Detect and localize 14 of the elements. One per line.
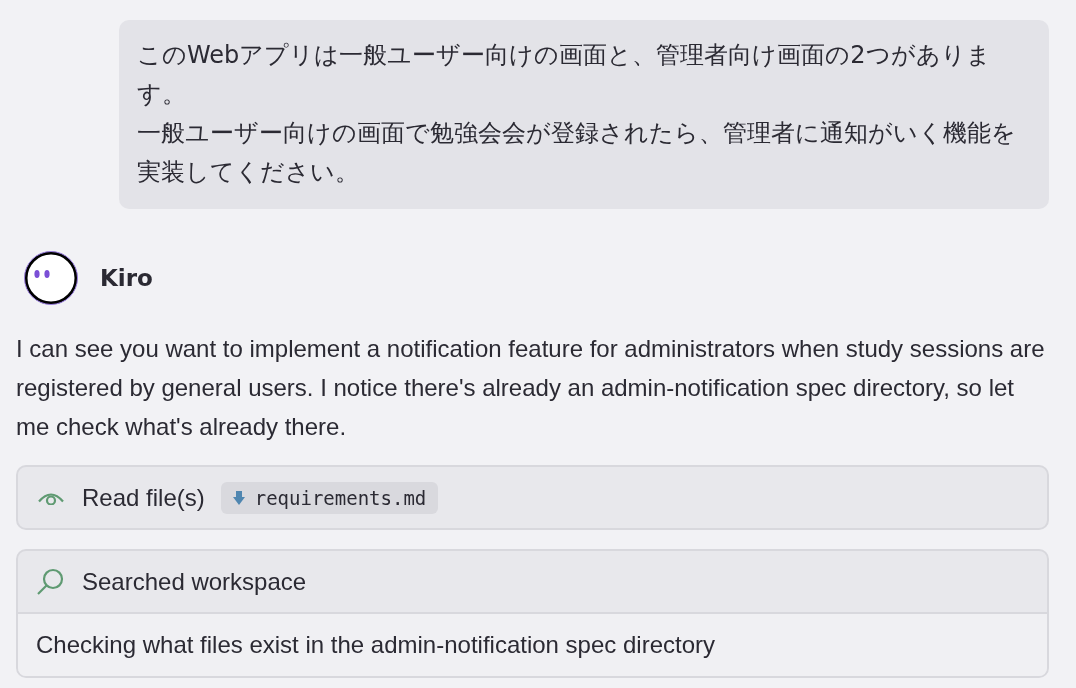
- tool-call-label: Searched workspace: [82, 567, 307, 596]
- tool-call-card[interactable]: Searched workspace Checking what files exist in the admin-notification spec directory: [16, 549, 1049, 678]
- message-paragraph: このWebアプリは一般ユーザー向けの画面と、管理者向け画面の2つがあります。: [137, 40, 992, 110]
- tool-call-label: Read file(s): [82, 483, 205, 512]
- search-icon: [36, 566, 66, 597]
- tool-call-detail: Checking what files exist in the admin-notification spec directory: [18, 612, 1047, 676]
- file-chip[interactable]: requirements.md: [220, 481, 439, 514]
- assistant-name: Kiro: [100, 265, 153, 291]
- eye-icon: [38, 490, 64, 505]
- message-paragraph: 一般ユーザー向けの画面で勉強会会が登録されたら、管理者に通知がいく機能を実装してください。: [137, 118, 1017, 188]
- assistant-message: I can see you want to implement a notification feature for administrators when study sessions are registered by general users. I notice there's already an admin-notification spec directory, so let me check what's already there.: [16, 334, 1046, 442]
- avatar-icon: [24, 251, 78, 305]
- down-arrow-icon: [232, 490, 245, 505]
- tool-call-card[interactable]: Read file(s) requirements.md: [16, 465, 1049, 530]
